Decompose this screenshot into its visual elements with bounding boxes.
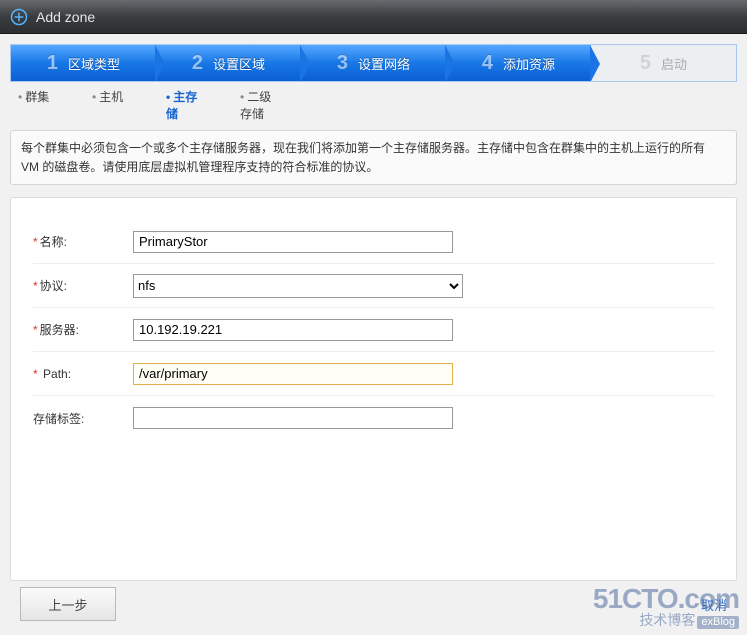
row-name: *名称: (33, 220, 714, 264)
row-tag: 存储标签: (33, 396, 714, 440)
substep-primary-storage[interactable]: •主存储 (166, 88, 206, 122)
input-path[interactable] (133, 363, 453, 385)
row-path: * Path: (33, 352, 714, 396)
step-set-zone[interactable]: 2 设置区域 (156, 45, 301, 81)
substep-secondary-storage[interactable]: •二级存储 (240, 88, 280, 122)
title-bar: Add zone (0, 0, 747, 34)
substep-tabs: •群集 •主机 •主存储 •二级存储 (18, 88, 747, 126)
form-panel: *名称: *协议: nfs *服务器: * Path: 存储标签: (10, 197, 737, 581)
row-protocol: *协议: nfs (33, 264, 714, 308)
label-protocol: *协议: (33, 277, 133, 294)
description-panel: 每个群集中必须包含一个或多个主存储服务器，现在我们将添加第一个主存储服务器。主存… (10, 130, 737, 185)
step-launch: 5 启动 (591, 45, 736, 81)
wizard-steps: 1 区域类型 2 设置区域 3 设置网络 4 添加资源 5 启动 (10, 44, 737, 82)
substep-host[interactable]: •主机 (92, 88, 132, 122)
watermark: 51CTO.com 技术博客exBlog (593, 585, 739, 629)
description-text: 每个群集中必须包含一个或多个主存储服务器，现在我们将添加第一个主存储服务器。主存… (21, 141, 705, 174)
label-name: *名称: (33, 233, 133, 250)
select-protocol[interactable]: nfs (133, 274, 463, 298)
step-set-network[interactable]: 3 设置网络 (301, 45, 446, 81)
step-add-resource[interactable]: 4 添加资源 (446, 45, 591, 81)
input-tag[interactable] (133, 407, 453, 429)
prev-button[interactable]: 上一步 (20, 587, 116, 621)
label-path: * Path: (33, 367, 133, 381)
label-tag: 存储标签: (33, 410, 133, 427)
substep-cluster[interactable]: •群集 (18, 88, 58, 122)
input-server[interactable] (133, 319, 453, 341)
plus-circle-icon (10, 8, 28, 26)
step-zone-type[interactable]: 1 区域类型 (11, 45, 156, 81)
input-name[interactable] (133, 231, 453, 253)
window-title: Add zone (36, 9, 95, 25)
label-server: *服务器: (33, 321, 133, 338)
row-server: *服务器: (33, 308, 714, 352)
